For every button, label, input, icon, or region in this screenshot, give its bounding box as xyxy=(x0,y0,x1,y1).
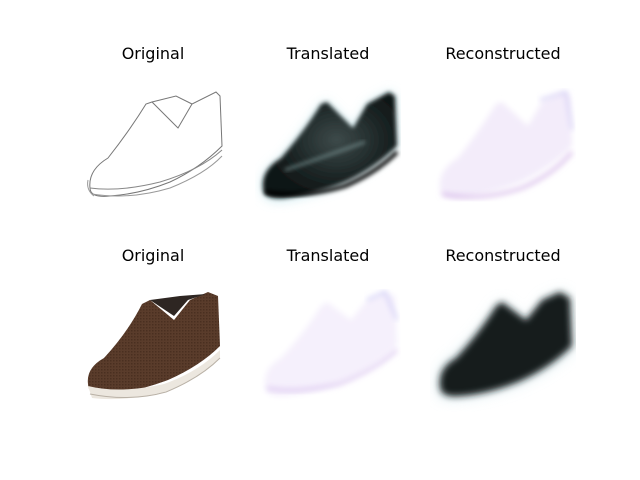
row1-title-original: Original xyxy=(121,44,185,63)
row1-reconstructed-image xyxy=(430,70,576,216)
row2-reconstructed-image xyxy=(430,270,576,416)
row2-title-reconstructed: Reconstructed xyxy=(445,246,561,265)
row2-title-original: Original xyxy=(121,246,185,265)
row1-original-sketch xyxy=(80,70,226,216)
row2-original-photo xyxy=(80,270,226,416)
row1-translated-image xyxy=(255,70,401,216)
row1-title-reconstructed: Reconstructed xyxy=(445,44,561,63)
row2-translated-image xyxy=(255,270,401,416)
row1-title-translated: Translated xyxy=(286,44,370,63)
row2-title-translated: Translated xyxy=(286,246,370,265)
